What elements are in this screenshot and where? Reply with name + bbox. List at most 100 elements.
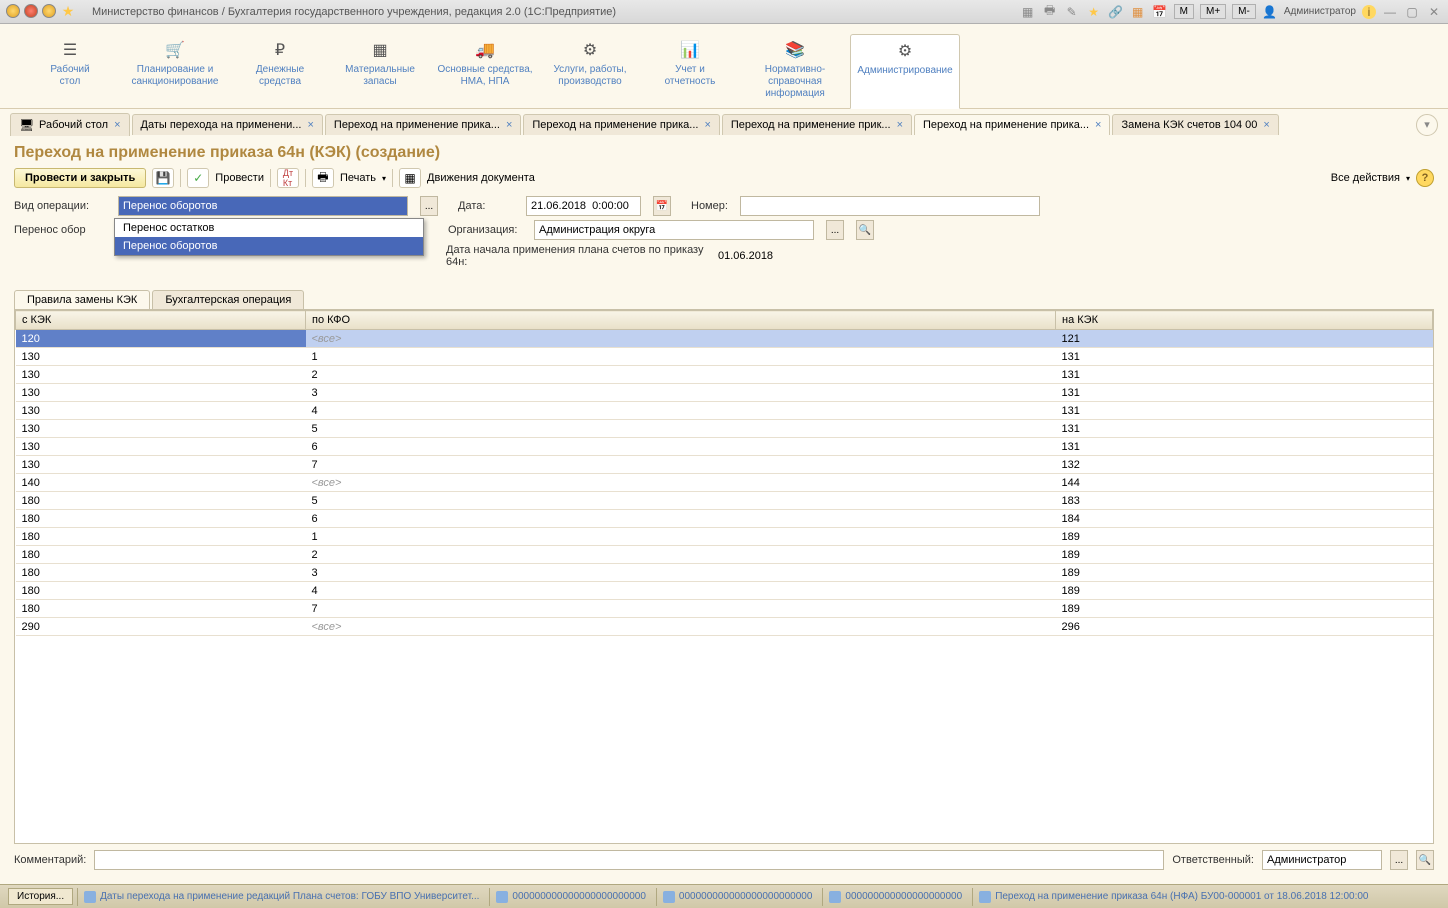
m-plus-button[interactable]: M+ [1200,4,1226,19]
section-accounting[interactable]: 📊Учет иотчетность [640,34,740,108]
cell-kfo[interactable]: 3 [306,384,1056,402]
cell-from[interactable]: 140 [16,474,306,492]
cell-from[interactable]: 120 [16,330,306,348]
section-services[interactable]: ⚙Услуги, работы,производство [540,34,640,108]
cell-from[interactable]: 130 [16,456,306,474]
cell-to[interactable]: 189 [1056,528,1433,546]
status-item[interactable]: Даты перехода на применение редакций Пла… [77,888,485,906]
status-item[interactable]: 000000000000000000000000 [489,888,651,906]
m-minus-button[interactable]: M- [1232,4,1256,19]
dropdown-icon[interactable]: ▾ [1406,174,1410,183]
cell-to[interactable]: 121 [1056,330,1433,348]
cell-to[interactable]: 296 [1056,618,1433,636]
table-row[interactable]: 1303131 [16,384,1433,402]
movements-button[interactable]: Движения документа [427,172,535,184]
calendar-icon[interactable]: 📅 [1152,4,1168,20]
date-input[interactable] [526,196,641,216]
history-button[interactable]: История... [8,888,73,905]
section-desktop[interactable]: ☰Рабочийстол [20,34,120,108]
close-icon[interactable]: × [307,119,313,131]
dropdown-option-turnover[interactable]: Перенос оборотов [115,237,423,255]
org-search-button[interactable]: 🔍 [856,220,874,240]
table-row[interactable]: 1301131 [16,348,1433,366]
col-kfo[interactable]: по КФО [306,311,1056,330]
cell-from[interactable]: 180 [16,600,306,618]
section-materials[interactable]: ▦Материальныезапасы [330,34,430,108]
responsible-search-button[interactable]: 🔍 [1416,850,1434,870]
cell-to[interactable]: 131 [1056,366,1433,384]
table-row[interactable]: 1801189 [16,528,1433,546]
cell-kfo[interactable]: 5 [306,420,1056,438]
cell-kfo[interactable]: 3 [306,564,1056,582]
cell-to[interactable]: 184 [1056,510,1433,528]
info-icon[interactable]: i [1362,5,1376,19]
cell-kfo[interactable]: 2 [306,546,1056,564]
table-row[interactable]: 1806184 [16,510,1433,528]
calc-icon[interactable]: ▦ [1130,4,1146,20]
print-icon[interactable]: 🖶 [1042,4,1058,20]
comment-input[interactable] [94,850,1164,870]
section-admin[interactable]: ⚙Администрирование [850,34,960,109]
cell-from[interactable]: 180 [16,492,306,510]
cell-from[interactable]: 130 [16,438,306,456]
cell-from[interactable]: 130 [16,384,306,402]
cell-kfo[interactable]: 2 [306,366,1056,384]
cell-to[interactable]: 183 [1056,492,1433,510]
cell-to[interactable]: 131 [1056,420,1433,438]
section-planning[interactable]: 🛒Планирование исанкционирование [120,34,230,108]
cell-kfo[interactable]: 7 [306,600,1056,618]
maximize-button[interactable] [42,4,56,18]
org-choose-button[interactable]: ... [826,220,844,240]
number-input[interactable] [740,196,1040,216]
doc-tab-dates[interactable]: Даты перехода на применени...× [132,114,323,135]
cell-to[interactable]: 144 [1056,474,1433,492]
table-row[interactable]: 1304131 [16,402,1433,420]
post-icon[interactable]: ✓ [187,168,209,188]
save-close-button[interactable]: Провести и закрыть [14,168,146,188]
close-icon[interactable]: × [1095,119,1101,131]
col-to[interactable]: на КЭК [1056,311,1433,330]
printer-icon[interactable]: 🖶 [312,168,334,188]
tool-icon[interactable]: ✎ [1064,4,1080,20]
cell-to[interactable]: 189 [1056,582,1433,600]
close-icon[interactable]: × [704,119,710,131]
table-row[interactable]: 120<все>121 [16,330,1433,348]
nav-icon[interactable]: ▦ [1020,4,1036,20]
link-icon[interactable]: 🔗 [1108,4,1124,20]
win-minimize-icon[interactable]: — [1382,4,1398,20]
table-icon[interactable]: ▦ [399,168,421,188]
table-row[interactable]: 1802189 [16,546,1433,564]
all-actions-button[interactable]: Все действия [1331,172,1400,184]
col-from[interactable]: с КЭК [16,311,306,330]
cell-to[interactable]: 131 [1056,402,1433,420]
status-item[interactable]: 000000000000000000000 [822,888,968,906]
cell-from[interactable]: 180 [16,564,306,582]
cell-kfo[interactable]: 6 [306,438,1056,456]
table-row[interactable]: 1307132 [16,456,1433,474]
close-icon[interactable]: × [114,119,120,131]
cell-kfo[interactable]: <все> [306,474,1056,492]
cell-from[interactable]: 130 [16,402,306,420]
table-row[interactable]: 140<все>144 [16,474,1433,492]
table-row[interactable]: 1805183 [16,492,1433,510]
cell-kfo[interactable]: <все> [306,330,1056,348]
subtab-accounting[interactable]: Бухгалтерская операция [152,290,304,309]
close-icon[interactable]: × [1263,119,1269,131]
cell-to[interactable]: 189 [1056,546,1433,564]
cell-from[interactable]: 130 [16,348,306,366]
table-row[interactable]: 290<все>296 [16,618,1433,636]
cell-kfo[interactable]: 5 [306,492,1056,510]
tabs-overflow-button[interactable]: ▾ [1416,114,1438,136]
org-input[interactable] [534,220,814,240]
cell-from[interactable]: 180 [16,546,306,564]
cell-to[interactable]: 189 [1056,564,1433,582]
cell-to[interactable]: 189 [1056,600,1433,618]
cell-to[interactable]: 132 [1056,456,1433,474]
doc-tab-transition4[interactable]: Переход на применение прика...× [914,114,1110,135]
cell-from[interactable]: 130 [16,366,306,384]
section-money[interactable]: ₽Денежныесредства [230,34,330,108]
debit-credit-icon[interactable]: ДтКт [277,168,299,188]
subtab-rules[interactable]: Правила замены КЭК [14,290,150,309]
close-icon[interactable]: × [506,119,512,131]
optype-input[interactable] [118,196,408,216]
